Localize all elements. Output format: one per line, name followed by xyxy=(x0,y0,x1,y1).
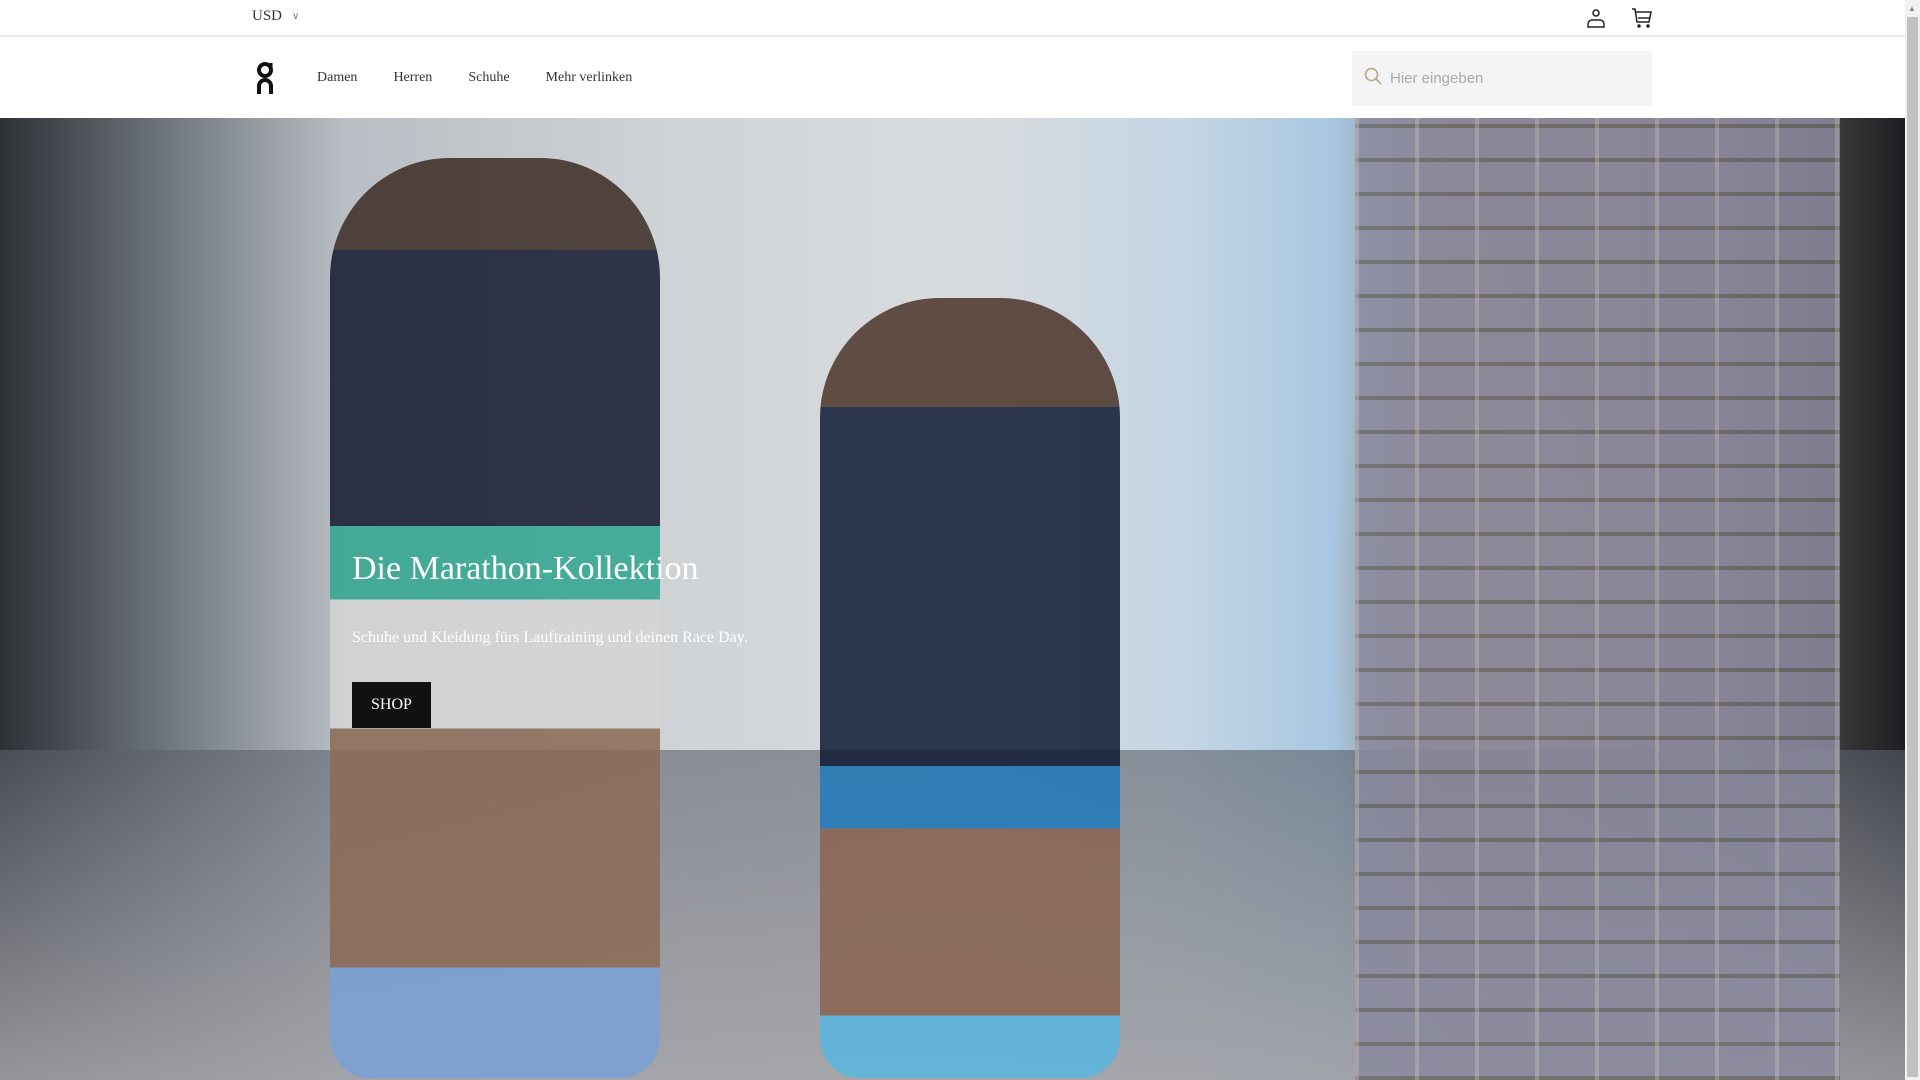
main-nav: Damen Herren Schuhe Mehr verlinken xyxy=(317,70,668,86)
cart-icon[interactable] xyxy=(1630,6,1654,35)
scroll-up-icon[interactable]: ▲ xyxy=(1908,4,1916,13)
currency-label: USD xyxy=(252,8,283,24)
search-input[interactable] xyxy=(1390,70,1589,87)
currency-selector[interactable]: USD ∨ xyxy=(252,8,299,25)
hero-image-brick-wall xyxy=(1355,118,1840,1080)
search-icon xyxy=(1364,67,1382,90)
chevron-down-icon: ∨ xyxy=(292,11,300,22)
nav-herren[interactable]: Herren xyxy=(393,70,432,86)
nav-mehr-verlinken[interactable]: Mehr verlinken xyxy=(546,70,633,86)
nav-damen[interactable]: Damen xyxy=(317,70,357,86)
hero-content: Die Marathon-Kollektion Schuhe und Kleid… xyxy=(352,550,752,728)
main-header: Damen Herren Schuhe Mehr verlinken xyxy=(0,37,1905,118)
nav-schuhe[interactable]: Schuhe xyxy=(468,70,509,86)
search-box xyxy=(1352,51,1652,106)
scrollbar-thumb[interactable] xyxy=(1907,17,1918,1077)
hero-image-runner xyxy=(820,298,1120,1078)
hero-banner: Die Marathon-Kollektion Schuhe und Kleid… xyxy=(0,118,1905,1080)
hero-title: Die Marathon-Kollektion xyxy=(352,550,699,587)
scrollbar[interactable]: ▲ xyxy=(1905,0,1920,1080)
hero-subtitle: Schuhe und Kleidung fürs Lauftraining un… xyxy=(352,629,748,646)
top-bar: USD ∨ xyxy=(0,0,1905,37)
brand-logo[interactable] xyxy=(255,61,275,100)
page: USD ∨ Damen Herren Schuhe Mehr verlinken… xyxy=(0,0,1905,1080)
account-icon[interactable] xyxy=(1584,6,1608,35)
shop-button[interactable]: SHOP xyxy=(352,682,431,728)
